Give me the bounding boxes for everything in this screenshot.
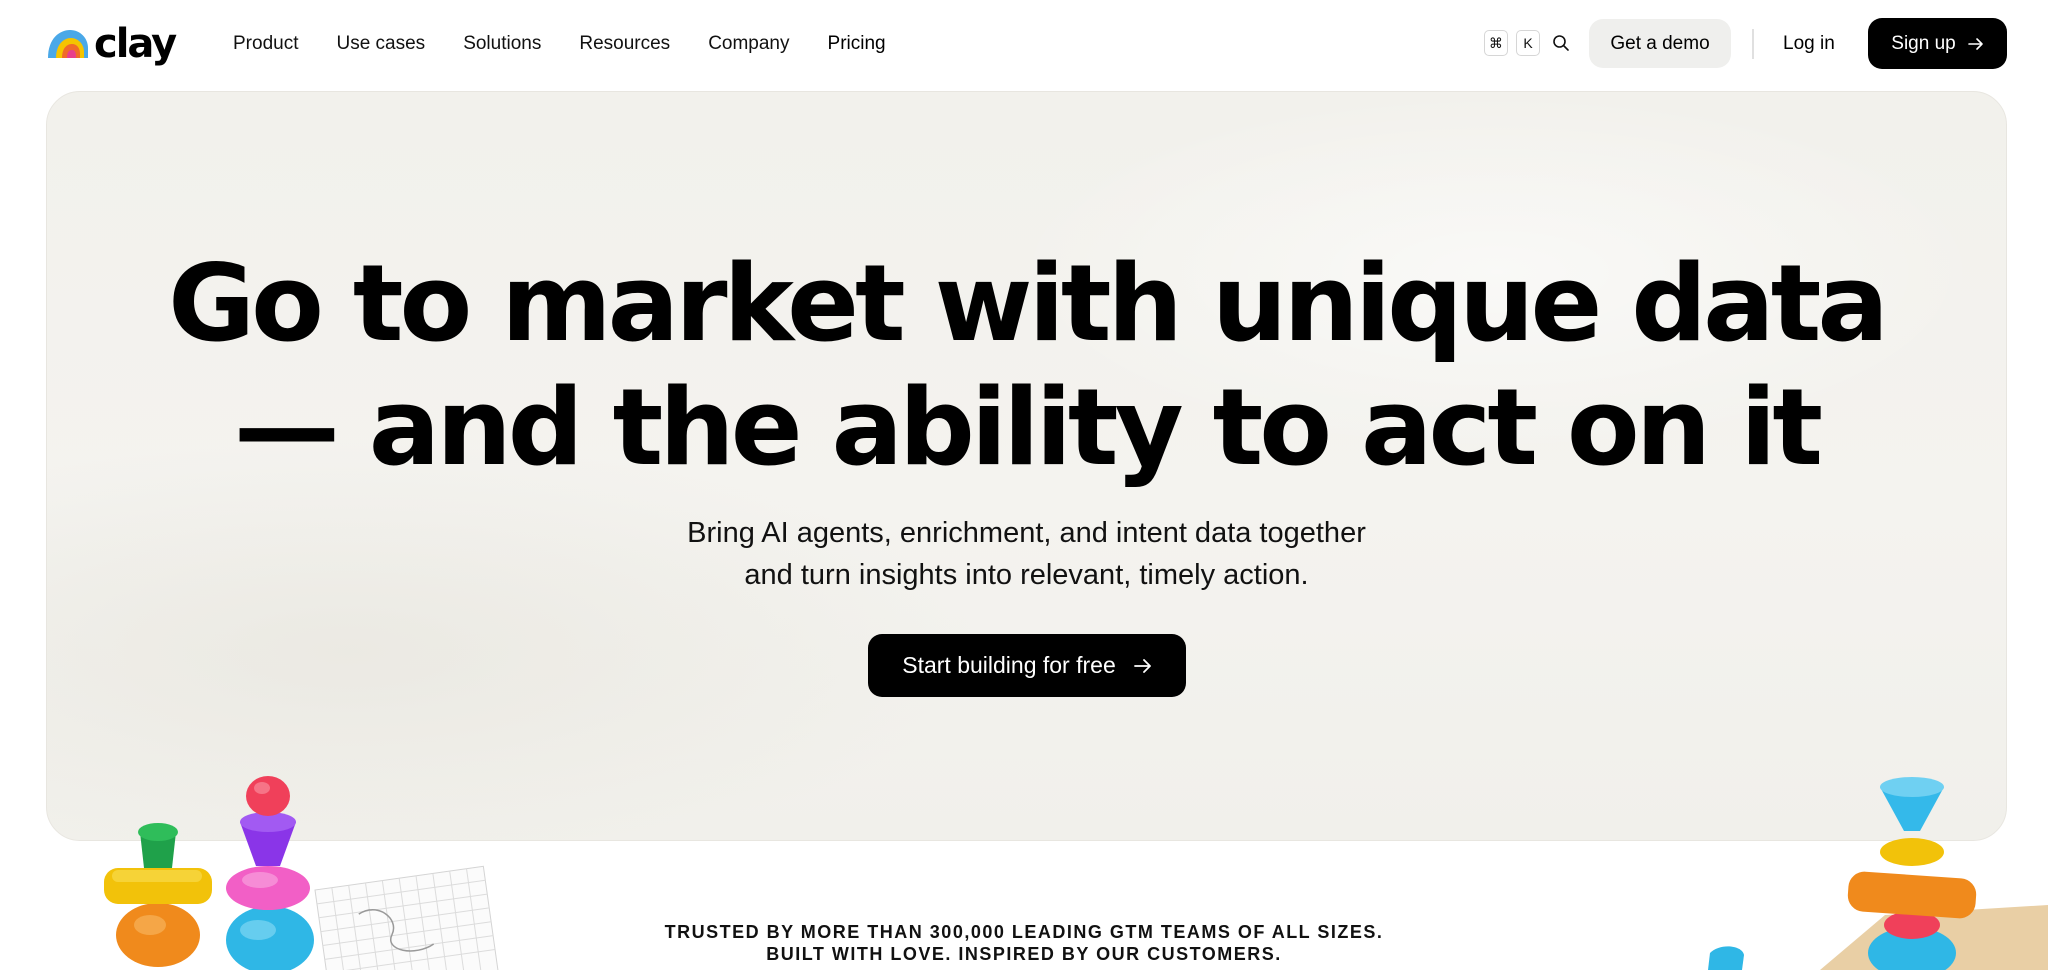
hero-section: Go to market with unique data — and the … <box>46 91 2007 841</box>
login-link[interactable]: Log in <box>1783 30 1835 58</box>
site-header: clay Product Use cases Solutions Resourc… <box>0 0 2048 88</box>
hero-title-line2: — and the ability to act on it <box>233 366 1823 489</box>
arrow-right-icon <box>1133 658 1151 673</box>
logo-text: clay <box>94 21 177 67</box>
trusted-line2: BUILT WITH LOVE. INSPIRED BY OUR CUSTOME… <box>766 944 1282 964</box>
search-shortcut[interactable]: ⌘ K <box>1484 30 1572 56</box>
nav-product[interactable]: Product <box>233 30 298 58</box>
signup-button[interactable]: Sign up <box>1868 18 2007 69</box>
hero-subtitle: Bring AI agents, enrichment, and intent … <box>47 512 2006 596</box>
signup-label: Sign up <box>1891 32 1956 54</box>
logo-icon <box>48 30 88 58</box>
hero-subtitle-line1: Bring AI agents, enrichment, and intent … <box>687 517 1366 549</box>
arrow-right-icon <box>1967 37 1983 50</box>
k-key: K <box>1516 30 1540 56</box>
trusted-by-banner: TRUSTED BY MORE THAN 300,000 LEADING GTM… <box>0 921 2048 965</box>
logo[interactable]: clay <box>46 20 177 68</box>
nav-solutions[interactable]: Solutions <box>463 30 541 58</box>
header-divider <box>1752 29 1754 59</box>
nav-use-cases[interactable]: Use cases <box>336 30 425 58</box>
hero-title: Go to market with unique data — and the … <box>47 242 2006 490</box>
hero-subtitle-line2: and turn insights into relevant, timely … <box>744 559 1309 591</box>
main-nav: Product Use cases Solutions Resources Co… <box>233 30 924 58</box>
trusted-line1: TRUSTED BY MORE THAN 300,000 LEADING GTM… <box>664 922 1384 942</box>
cta-label: Start building for free <box>902 652 1116 678</box>
nav-company[interactable]: Company <box>708 30 789 58</box>
search-icon[interactable] <box>1550 32 1572 54</box>
get-demo-button[interactable]: Get a demo <box>1589 19 1731 68</box>
start-building-button[interactable]: Start building for free <box>868 634 1186 697</box>
cmd-key: ⌘ <box>1484 30 1508 56</box>
nav-pricing[interactable]: Pricing <box>828 30 886 58</box>
hero-title-line1: Go to market with unique data <box>168 242 1889 365</box>
nav-resources[interactable]: Resources <box>579 30 670 58</box>
